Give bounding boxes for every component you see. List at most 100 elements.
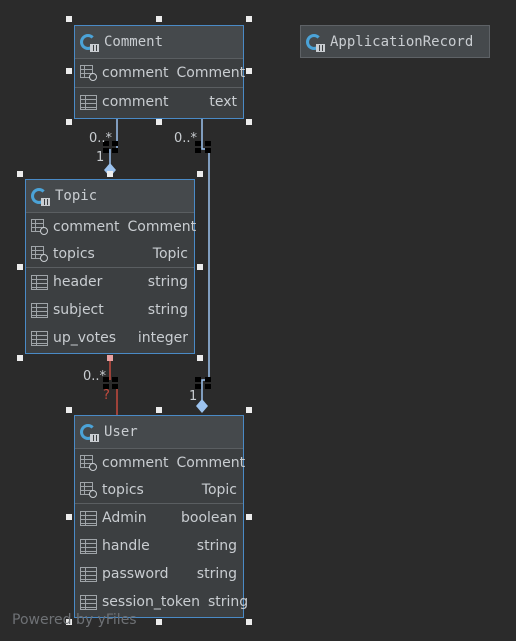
edge-comment-user-source-mult: 0..*: [174, 131, 198, 146]
class-node-user[interactable]: User comment Comment topics Topic Admin …: [74, 415, 248, 618]
class-icon: [30, 186, 50, 206]
field-type: boolean: [181, 510, 237, 526]
association-icon: [80, 454, 97, 471]
resize-handle[interactable]: [156, 119, 162, 125]
resize-handle[interactable]: [246, 68, 252, 74]
resize-handle[interactable]: [17, 355, 23, 361]
resize-handle[interactable]: [246, 407, 252, 413]
class-icon: [305, 32, 325, 52]
field-type: integer: [137, 330, 188, 346]
field-name: comment: [102, 94, 169, 110]
association-type: Topic: [201, 481, 237, 498]
field-type: text: [209, 94, 237, 110]
association-type: Comment: [176, 65, 246, 81]
field-type: string: [147, 274, 188, 290]
field-icon: [80, 566, 97, 582]
resize-handle[interactable]: [17, 171, 23, 177]
resize-handle[interactable]: [197, 264, 203, 270]
field-type: string: [196, 566, 237, 582]
association-icon: [80, 65, 97, 81]
field-name: Admin: [102, 510, 147, 526]
edge-comment-topic-target-mult: 1: [96, 150, 104, 165]
resize-handle[interactable]: [66, 407, 72, 413]
association-type: Comment: [127, 218, 197, 235]
class-title: Comment: [104, 34, 164, 50]
resize-handle[interactable]: [156, 407, 162, 413]
resize-handle[interactable]: [246, 619, 252, 625]
association-icon: [80, 481, 97, 498]
association-name: topics: [102, 481, 144, 498]
association-icon: [31, 218, 48, 235]
class-title: ApplicationRecord: [330, 33, 474, 50]
field-name: password: [102, 566, 169, 582]
class-node-header: Topic: [26, 180, 194, 213]
aggregation-diamond-icon: [196, 399, 208, 413]
edge-comment-user[interactable]: [201, 118, 210, 400]
class-icon: [79, 32, 99, 52]
field-name: subject: [53, 302, 104, 318]
class-node-topic[interactable]: Topic comment Comment topics Topic heade…: [25, 179, 197, 354]
association-type: Comment: [176, 454, 246, 471]
resize-handle[interactable]: [66, 514, 72, 520]
resize-handle[interactable]: [246, 119, 252, 125]
class-node-header: Comment: [75, 26, 243, 59]
field-row[interactable]: handle string: [75, 532, 243, 560]
yfiles-watermark: Powered by yFiles: [12, 612, 137, 628]
field-type: string: [147, 302, 188, 318]
field-name: up_votes: [53, 330, 117, 346]
resize-handle[interactable]: [156, 619, 162, 625]
field-row[interactable]: header string: [26, 267, 194, 296]
field-icon: [80, 538, 97, 554]
edge-comment-user-target-mult: 1: [189, 389, 197, 404]
field-row[interactable]: Admin boolean: [75, 503, 243, 532]
class-title: User: [104, 424, 138, 440]
association-row[interactable]: comment Comment: [75, 449, 246, 476]
association-type: Topic: [152, 245, 188, 262]
edge-comment-topic-source-mult: 0..*: [89, 131, 113, 146]
association-row[interactable]: topics Topic: [75, 476, 243, 503]
field-type: string: [207, 594, 249, 610]
field-name: handle: [102, 538, 150, 554]
resize-handle[interactable]: [17, 264, 23, 270]
edge-topic-user-source-mult: 0..*: [83, 369, 107, 384]
resize-handle[interactable]: [66, 68, 72, 74]
edge-topic-user-target-mult: ?: [103, 388, 110, 403]
field-icon: [31, 274, 48, 290]
field-icon: [80, 594, 97, 610]
field-row[interactable]: password string: [75, 560, 243, 588]
association-icon: [31, 245, 48, 262]
class-node-header: User: [75, 416, 243, 449]
field-row[interactable]: comment text: [75, 87, 243, 116]
field-name: session_token: [102, 594, 200, 610]
field-name: header: [53, 274, 103, 290]
field-row[interactable]: up_votes integer: [26, 324, 194, 352]
association-name: comment: [102, 454, 169, 471]
class-icon: [79, 422, 99, 442]
resize-handle[interactable]: [197, 355, 203, 361]
class-title: Topic: [55, 188, 98, 204]
crowfoot-icon: [195, 141, 211, 153]
field-row[interactable]: subject string: [26, 296, 194, 324]
field-icon: [31, 330, 48, 346]
association-name: topics: [53, 245, 95, 262]
association-row[interactable]: comment Comment: [75, 59, 246, 87]
resize-handle[interactable]: [107, 171, 113, 177]
field-icon: [80, 94, 97, 110]
resize-handle[interactable]: [156, 16, 162, 22]
edge-topic-user-anchor: [107, 355, 113, 361]
resize-handle[interactable]: [66, 119, 72, 125]
diagram-canvas[interactable]: 0..* 1 0..* 1 0..* ? Comment comment Com…: [0, 0, 516, 641]
crowfoot-icon: [195, 377, 211, 389]
field-icon: [31, 302, 48, 318]
association-row[interactable]: topics Topic: [26, 240, 194, 267]
class-node-comment[interactable]: Comment comment Comment comment text: [74, 25, 246, 119]
association-name: comment: [102, 65, 169, 81]
field-type: string: [196, 538, 237, 554]
field-icon: [80, 510, 97, 526]
resize-handle[interactable]: [246, 16, 252, 22]
resize-handle[interactable]: [66, 16, 72, 22]
resize-handle[interactable]: [246, 514, 252, 520]
association-row[interactable]: comment Comment: [26, 213, 197, 240]
resize-handle[interactable]: [197, 171, 203, 177]
class-node-application-record[interactable]: ApplicationRecord: [300, 25, 490, 58]
